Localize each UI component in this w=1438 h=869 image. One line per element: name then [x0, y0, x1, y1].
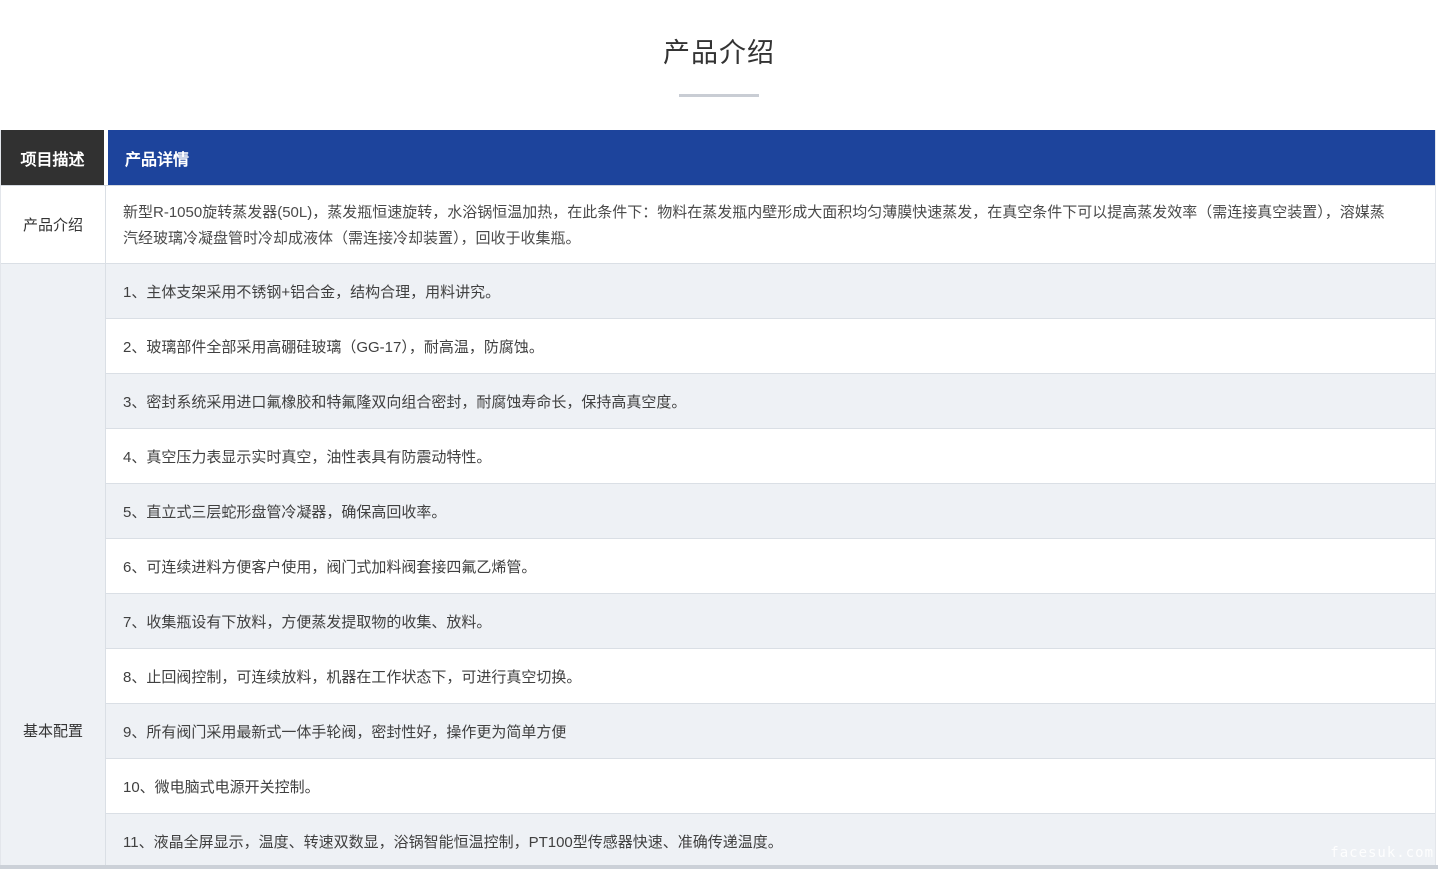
config-item-11: 11、液晶全屏显示，温度、转速双数显，浴锅智能恒温控制，PT100型传感器快速、…: [106, 814, 1435, 869]
column-header-item-description: 项目描述: [1, 130, 104, 185]
product-intro-page: 产品介绍 项目描述 产品详情 产品介绍 基本配置 新型R-1050旋转蒸发器(5…: [0, 0, 1438, 869]
row-label-basic-config: 基本配置: [1, 720, 105, 741]
table-left-column: 产品介绍 基本配置: [1, 186, 106, 869]
config-item-3: 3、密封系统采用进口氟橡胶和特氟隆双向组合密封，耐腐蚀寿命长，保持高真空度。: [106, 374, 1435, 429]
column-header-product-detail: 产品详情: [108, 130, 1435, 185]
row-label-basic-config-cell: 基本配置: [1, 264, 105, 869]
table-right-column: 新型R-1050旋转蒸发器(50L)，蒸发瓶恒速旋转，水浴锅恒温加热，在此条件下…: [106, 186, 1435, 869]
product-description-cell: 新型R-1050旋转蒸发器(50L)，蒸发瓶恒速旋转，水浴锅恒温加热，在此条件下…: [106, 186, 1435, 264]
config-item-4: 4、真空压力表显示实时真空，油性表具有防震动特性。: [106, 429, 1435, 484]
title-divider: [679, 94, 759, 97]
site-watermark: facesuk.com: [1330, 845, 1434, 861]
row-label-product-intro: 产品介绍: [1, 186, 105, 264]
config-item-1: 1、主体支架采用不锈钢+铝合金，结构合理，用料讲究。: [106, 264, 1435, 319]
bottom-divider: [0, 865, 1438, 869]
config-item-7: 7、收集瓶设有下放料，方便蒸发提取物的收集、放料。: [106, 594, 1435, 649]
title-section: 产品介绍: [0, 0, 1438, 130]
config-item-8: 8、止回阀控制，可连续放料，机器在工作状态下，可进行真空切换。: [106, 649, 1435, 704]
product-spec-table: 项目描述 产品详情 产品介绍 基本配置 新型R-1050旋转蒸发器(50L)，蒸…: [0, 130, 1436, 869]
config-item-9: 9、所有阀门采用最新式一体手轮阀，密封性好，操作更为简单方便: [106, 704, 1435, 759]
config-item-10: 10、微电脑式电源开关控制。: [106, 759, 1435, 814]
table-header-row: 项目描述 产品详情: [1, 130, 1435, 186]
config-item-5: 5、直立式三层蛇形盘管冷凝器，确保高回收率。: [106, 484, 1435, 539]
config-item-2: 2、玻璃部件全部采用高硼硅玻璃（GG-17），耐高温，防腐蚀。: [106, 319, 1435, 374]
page-title: 产品介绍: [0, 36, 1438, 70]
table-body: 产品介绍 基本配置 新型R-1050旋转蒸发器(50L)，蒸发瓶恒速旋转，水浴锅…: [1, 186, 1435, 869]
config-item-6: 6、可连续进料方便客户使用，阀门式加料阀套接四氟乙烯管。: [106, 539, 1435, 594]
